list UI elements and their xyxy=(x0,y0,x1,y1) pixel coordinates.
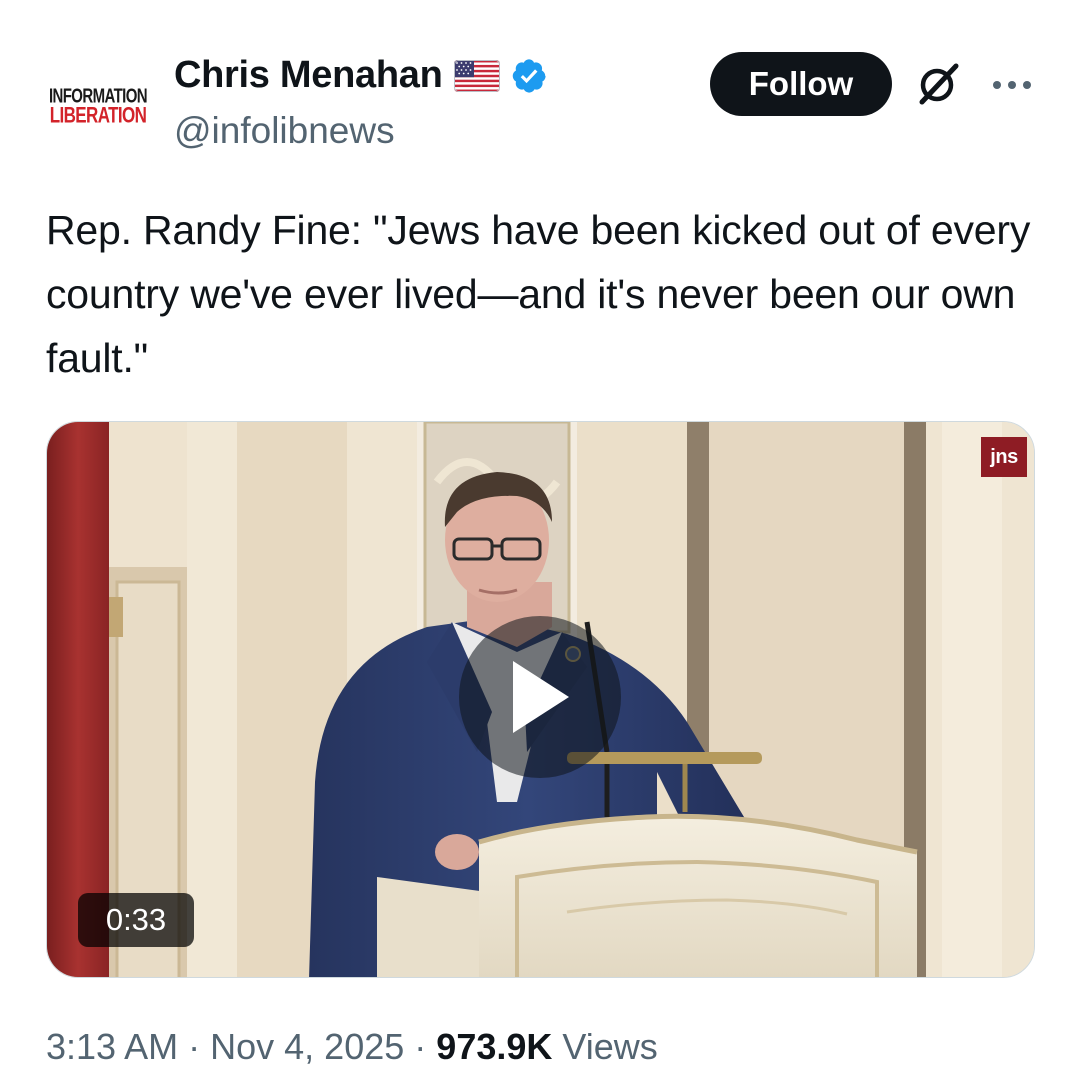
us-flag-icon xyxy=(454,59,501,92)
tweet-time[interactable]: 3:13 AM xyxy=(46,1026,178,1067)
play-icon xyxy=(513,661,569,733)
video-player[interactable]: jns 0:33 xyxy=(46,421,1035,978)
jns-watermark: jns xyxy=(981,437,1027,477)
author-name-row: Chris Menahan xyxy=(174,54,548,97)
tweet-date[interactable]: Nov 4, 2025 xyxy=(210,1026,404,1067)
author-handle[interactable]: @infolibnews xyxy=(174,110,395,152)
tweet-text: Rep. Randy Fine: "Jews have been kicked … xyxy=(46,207,1031,381)
avatar-logo-line2: LIBERATION xyxy=(49,103,147,128)
follow-button[interactable]: Follow xyxy=(710,52,892,116)
views-label[interactable]: Views xyxy=(562,1026,657,1067)
author-avatar[interactable]: INFORMATION LIBERATION xyxy=(46,55,150,159)
play-button[interactable] xyxy=(459,616,621,778)
more-options-icon[interactable] xyxy=(990,70,1034,100)
meta-separator: · xyxy=(414,1026,427,1067)
verified-badge-icon xyxy=(513,58,547,93)
author-display-name[interactable]: Chris Menahan xyxy=(174,54,443,97)
grok-icon[interactable] xyxy=(912,58,964,110)
tweet-meta: 3:13 AM · Nov 4, 2025 · 973.9K Views xyxy=(46,1026,658,1068)
views-count[interactable]: 973.9K xyxy=(436,1026,552,1067)
video-duration-badge: 0:33 xyxy=(78,893,194,947)
meta-separator: · xyxy=(188,1026,201,1067)
